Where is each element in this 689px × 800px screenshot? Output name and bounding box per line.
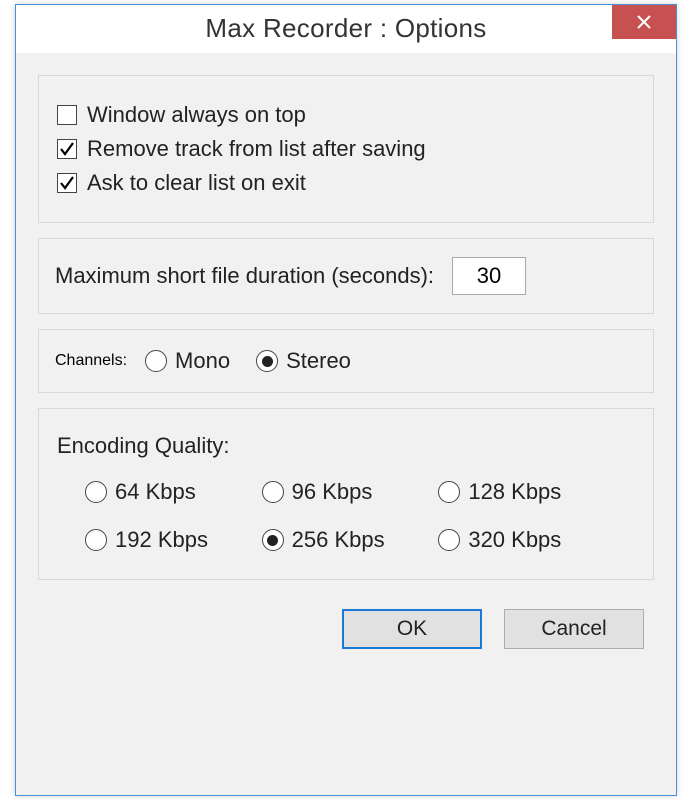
channels-group: Channels: Mono Stereo [38,329,654,393]
options-dialog: Max Recorder : Options Window always on … [15,4,677,796]
duration-label: Maximum short file duration (seconds): [55,263,434,289]
radio-label: Stereo [286,348,351,374]
duration-group: Maximum short file duration (seconds): [38,238,654,314]
channels-label: Channels: [55,352,127,370]
quality-option-256[interactable]: 256 Kbps [262,527,417,553]
channels-option-mono[interactable]: Mono [145,348,230,374]
quality-option-320[interactable]: 320 Kbps [438,527,593,553]
radio[interactable] [85,481,107,503]
cancel-button[interactable]: Cancel [504,609,644,649]
window-title: Max Recorder : Options [16,13,676,44]
quality-option-192[interactable]: 192 Kbps [85,527,240,553]
radio-label: 96 Kbps [292,479,373,505]
radio-label: 320 Kbps [468,527,561,553]
option-ask-clear[interactable]: Ask to clear list on exit [57,170,635,196]
button-row: OK Cancel [38,595,654,649]
titlebar: Max Recorder : Options [16,5,676,53]
radio[interactable] [145,350,167,372]
channels-option-stereo[interactable]: Stereo [256,348,351,374]
radio-label: 64 Kbps [115,479,196,505]
checkbox[interactable] [57,139,77,159]
radio[interactable] [85,529,107,551]
radio-label: 192 Kbps [115,527,208,553]
option-always-on-top[interactable]: Window always on top [57,102,635,128]
quality-option-64[interactable]: 64 Kbps [85,479,240,505]
radio[interactable] [262,481,284,503]
quality-option-128[interactable]: 128 Kbps [438,479,593,505]
radio[interactable] [256,350,278,372]
quality-group: Encoding Quality: 64 Kbps 96 Kbps 128 Kb… [38,408,654,580]
duration-input[interactable] [452,257,526,295]
radio-label: 128 Kbps [468,479,561,505]
dialog-body: Window always on top Remove track from l… [16,53,676,667]
radio-label: 256 Kbps [292,527,385,553]
general-group: Window always on top Remove track from l… [38,75,654,223]
ok-button[interactable]: OK [342,609,482,649]
checkbox[interactable] [57,173,77,193]
quality-label: Encoding Quality: [57,433,637,459]
radio[interactable] [438,529,460,551]
option-remove-track[interactable]: Remove track from list after saving [57,136,635,162]
checkbox-label: Ask to clear list on exit [87,170,306,196]
radio-label: Mono [175,348,230,374]
close-icon [637,15,651,29]
radio[interactable] [262,529,284,551]
radio[interactable] [438,481,460,503]
quality-option-96[interactable]: 96 Kbps [262,479,417,505]
close-button[interactable] [612,5,676,39]
checkbox-label: Window always on top [87,102,306,128]
checkbox-label: Remove track from list after saving [87,136,426,162]
checkbox[interactable] [57,105,77,125]
